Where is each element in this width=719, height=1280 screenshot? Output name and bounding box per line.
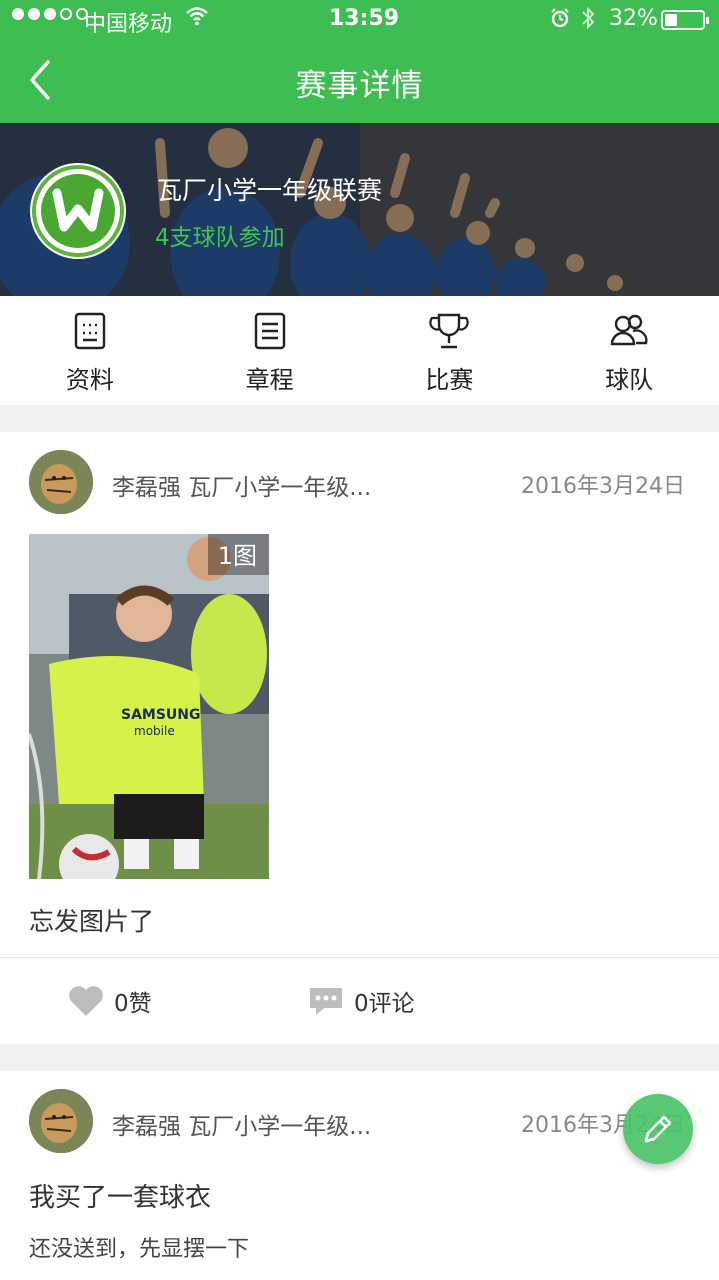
- heart-icon: [69, 986, 103, 1016]
- menu-item-label: 资料: [65, 366, 114, 394]
- league-name: 瓦厂小学一年级联赛: [157, 176, 383, 205]
- wifi-icon: [186, 7, 208, 26]
- menu-item-profile[interactable]: 资料: [0, 296, 180, 405]
- profile-icon: [74, 312, 106, 350]
- post-title: 我买了一套球衣: [29, 1183, 212, 1213]
- post-card[interactable]: 李磊强 瓦厂小学一年级... 2016年3月24日 SAMSUNG mobile…: [0, 432, 719, 1044]
- battery-percent: 32%: [609, 6, 658, 31]
- page-title: 赛事详情: [295, 68, 424, 104]
- battery-fill: [665, 14, 677, 26]
- post-author: 李磊强 瓦厂小学一年级...: [112, 475, 372, 501]
- carrier-label: 中国移动: [84, 12, 173, 37]
- like-button[interactable]: 0赞: [68, 984, 152, 1018]
- status-bar: 中国移动 13:59 32%: [0, 0, 719, 40]
- menu-item-rules[interactable]: 章程: [180, 296, 360, 405]
- menu-item-label: 球队: [605, 366, 654, 394]
- document-icon: [254, 312, 285, 350]
- comment-button[interactable]: 0评论: [308, 984, 415, 1018]
- bluetooth-icon: [582, 6, 595, 30]
- post-author: 李磊强 瓦厂小学一年级...: [112, 1114, 372, 1140]
- comment-icon: [310, 988, 342, 1015]
- pencil-icon: [644, 1115, 672, 1143]
- alarm-icon: [551, 8, 569, 28]
- divider: [0, 957, 719, 958]
- menu-item-matches[interactable]: 比赛: [360, 296, 540, 405]
- svg-text:mobile: mobile: [134, 724, 175, 738]
- team-icon: [610, 314, 648, 346]
- avatar[interactable]: [29, 450, 93, 514]
- signal-strength-icon: [12, 8, 88, 20]
- top-bar: 中国移动 13:59 32% 赛事详情: [0, 0, 719, 123]
- post-photo[interactable]: SAMSUNG mobile 1图: [29, 534, 269, 879]
- comment-count: 0评论: [354, 991, 415, 1017]
- trophy-icon: [429, 313, 470, 349]
- post-text: 忘发图片了: [29, 907, 155, 936]
- compose-post-button[interactable]: [623, 1094, 693, 1164]
- menu-item-label: 章程: [245, 366, 294, 394]
- post-date: 2016年3月24日: [521, 474, 685, 499]
- menu-item-label: 比赛: [425, 366, 474, 394]
- league-detail-screen: 中国移动 13:59 32% 赛事详情 瓦厂小学一年级联赛 4支球队参加 资料 …: [0, 0, 719, 1280]
- svg-text:SAMSUNG: SAMSUNG: [121, 707, 201, 723]
- team-count: 4支球队参加: [155, 225, 285, 251]
- post-text: 还没送到，先显摆一下: [29, 1237, 250, 1262]
- avatar[interactable]: [29, 1089, 93, 1153]
- league-menu: 资料 章程 比赛 球队: [0, 296, 719, 405]
- post-card[interactable]: 李磊强 瓦厂小学一年级... 2016年3月24日 我买了一套球衣 还没送到，先…: [0, 1071, 719, 1280]
- menu-item-teams[interactable]: 球队: [539, 296, 719, 405]
- battery-icon: [661, 10, 709, 30]
- photo-count-badge: 1图: [207, 534, 269, 575]
- league-banner: 瓦厂小学一年级联赛 4支球队参加: [0, 123, 719, 296]
- clock: 13:59: [329, 6, 400, 31]
- like-count: 0赞: [114, 991, 152, 1017]
- league-logo: [30, 163, 126, 259]
